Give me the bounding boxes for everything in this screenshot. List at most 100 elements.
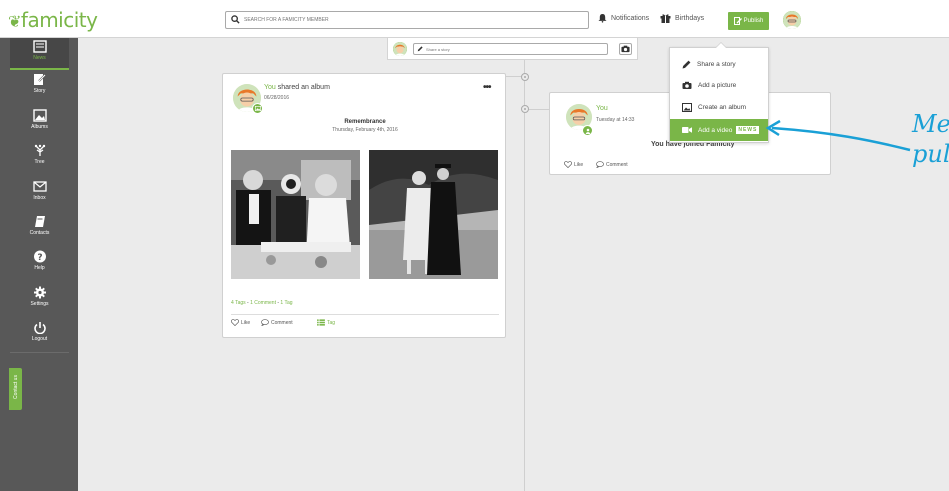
tag-count-link[interactable]: 1 Tag [280, 300, 292, 306]
annotation-text-line2: pul [912, 140, 949, 168]
menu-item-share-story[interactable]: Share a story [670, 53, 768, 75]
logout-icon [33, 322, 46, 334]
timeline-dot [521, 105, 529, 113]
sidebar-item-contacts[interactable]: Contacts [10, 213, 69, 245]
album-title: Remembrance [344, 119, 386, 125]
news-badge: NEWS [736, 126, 760, 134]
albums-icon [32, 109, 47, 122]
contacts-icon [34, 216, 45, 227]
avatar-face-icon [393, 42, 407, 56]
tag-list-icon [317, 319, 325, 326]
camera-icon [621, 45, 630, 53]
share-story-bar: Share a story [387, 38, 638, 60]
user-avatar[interactable] [783, 11, 801, 29]
sidebar-item-label: Albums [31, 124, 48, 130]
menu-item-add-picture[interactable]: Add a picture [670, 74, 768, 96]
sidebar-item-label: Tree [34, 159, 45, 165]
sidebar-item-label: Help [34, 265, 45, 271]
comments-count-link[interactable]: 1 Comment [250, 300, 276, 306]
album-subtitle: Thursday, February 4th, 2016 [332, 127, 398, 133]
album-photo-wedding[interactable] [231, 150, 360, 279]
menu-item-create-album[interactable]: Create an album [670, 96, 768, 118]
post-author-link[interactable]: You [264, 84, 276, 91]
sidebar-item-settings[interactable]: Settings [10, 284, 69, 316]
sidebar-item-tree[interactable]: Tree [10, 142, 69, 174]
sidebar-item-albums[interactable]: Albums [10, 107, 69, 139]
stats-separator: - [277, 300, 280, 306]
post-divider [231, 314, 499, 315]
publish-label: Publish [743, 18, 764, 24]
notifications-label: Notifications [611, 14, 650, 22]
publish-menu: Share a story Add a picture Create an al… [669, 42, 769, 143]
annotation-text-line1: Me [912, 110, 949, 138]
contact-us-label: Contact us [13, 375, 19, 399]
heart-icon [564, 161, 572, 168]
comment-icon [596, 161, 604, 168]
album-badge-icon [254, 106, 261, 111]
album-photo-graduation[interactable] [369, 150, 498, 279]
heart-icon [231, 319, 239, 326]
sidebar-item-logout[interactable]: Logout [10, 319, 69, 351]
contact-us-tab[interactable]: Contact us [9, 368, 22, 410]
comment-icon [261, 319, 269, 326]
gift-icon [660, 14, 671, 23]
album-post-card: You shared an album 06/28/2016 ••• Remem… [222, 73, 506, 338]
sidebar-item-label: Logout [31, 336, 48, 342]
sidebar-divider [10, 352, 69, 353]
menu-item-add-video[interactable]: Add a video NEWS [670, 119, 768, 141]
graduation-photo-image [369, 150, 498, 279]
wedding-photo-image [231, 150, 360, 279]
joined-author-link[interactable]: You [596, 105, 608, 112]
image-icon [682, 102, 692, 112]
video-camera-icon [682, 127, 692, 133]
comment-button[interactable]: Comment [261, 319, 293, 326]
famicity-logo[interactable]: ❦famicity [8, 8, 98, 32]
join-badge [582, 125, 593, 136]
joined-like-button[interactable]: Like [564, 161, 583, 168]
birthdays-label: Birthdays [675, 14, 705, 22]
story-icon [34, 74, 46, 85]
notifications-link[interactable]: Notifications [598, 13, 649, 23]
share-story-input[interactable]: Share a story [413, 43, 608, 55]
stats-separator: - [247, 300, 249, 306]
sidebar-item-story[interactable]: Story [10, 71, 69, 103]
comment-label: Comment [606, 161, 628, 168]
birthdays-link[interactable]: Birthdays [660, 13, 704, 23]
share-story-placeholder: Share a story [426, 46, 450, 52]
pencil-icon [682, 60, 691, 68]
post-action-text: shared an album [277, 84, 330, 91]
like-label: Like [241, 319, 251, 326]
album-badge [252, 103, 263, 114]
leaf-logo-icon: ❦ [8, 12, 21, 31]
more-options-icon[interactable]: ••• [483, 82, 491, 93]
publish-button[interactable]: Publish [728, 12, 769, 30]
sidebar-item-inbox[interactable]: Inbox [10, 178, 69, 210]
menu-item-label: Share a story [697, 60, 736, 68]
search-icon [231, 15, 240, 24]
menu-item-label: Add a picture [698, 81, 737, 89]
top-bar: ❦famicity Notifications Birthdays Publis… [0, 0, 949, 38]
joined-comment-button[interactable]: Comment [596, 161, 628, 168]
menu-item-label: Create an album [698, 103, 747, 111]
tag-button[interactable]: Tag [317, 319, 335, 326]
annotation-arrow-icon [765, 119, 911, 152]
like-button[interactable]: Like [231, 319, 250, 326]
camera-button[interactable] [619, 43, 632, 55]
sidebar-item-label: Inbox [33, 195, 46, 201]
comment-label: Comment [271, 319, 293, 326]
sidebar-item-news[interactable]: News [10, 38, 69, 70]
help-icon: ? [33, 250, 46, 263]
post-stats: 4 Tags - 1 Comment - 1 Tag [231, 300, 293, 306]
search-input[interactable] [244, 13, 574, 27]
like-label: Like [574, 161, 584, 168]
svg-text:?: ? [37, 253, 42, 263]
sidebar-item-help[interactable]: ? Help [10, 248, 69, 280]
sidebar-item-label: Story [33, 88, 46, 94]
search-box[interactable] [225, 11, 589, 29]
pencil-icon [417, 46, 423, 52]
joined-post-time: Tuesday at 14:33 [596, 117, 635, 123]
inbox-icon [32, 181, 47, 192]
family-badge-icon [585, 128, 590, 134]
menu-item-label: Add a video [698, 126, 733, 134]
tags-count-link[interactable]: 4 Tags [231, 300, 246, 306]
